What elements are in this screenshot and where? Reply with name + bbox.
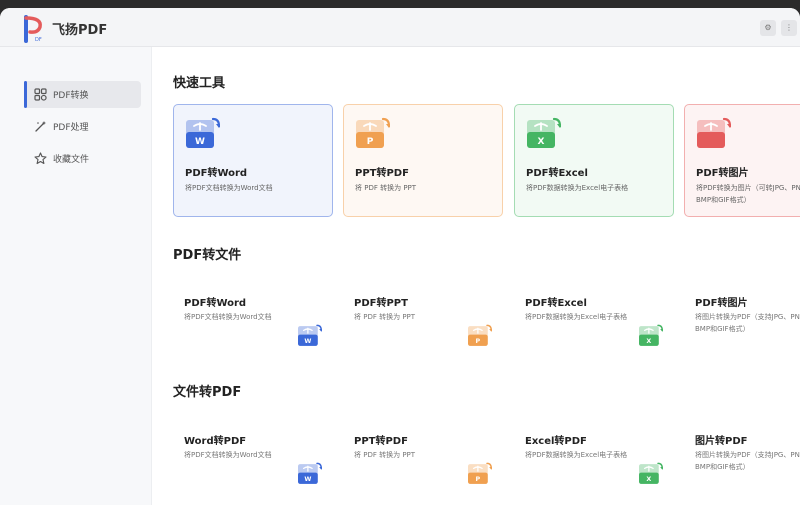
- document-convert-icon: X: [527, 117, 563, 149]
- sidebar-item-pdf-process[interactable]: PDF处理: [24, 113, 141, 140]
- tool-card[interactable]: PDF转图片将图片转换为PDF（支持JPG、PNG、TIFF、BMP和GIF格式…: [684, 294, 800, 364]
- tool-card[interactable]: PDF转Excel 将PDF数据转换为Excel电子表格 X: [514, 294, 669, 364]
- tool-card[interactable]: PDF转Word 将PDF文档转换为Word文档 W: [173, 294, 328, 364]
- main-content: 快速工具 W PDF转Word 将PDF文档转换为Word文档 P PPT转PDF 将 P…: [152, 47, 800, 505]
- app-title: 飞扬PDF: [52, 23, 108, 38]
- svg-text:P: P: [367, 137, 374, 147]
- card-title: Excel转PDF: [525, 436, 587, 447]
- sidebar: PDF转换 PDF处理 收藏文件: [0, 47, 152, 505]
- card-description: 将PDF数据转换为Excel电子表格: [526, 184, 629, 192]
- card-description: 将PDF数据转换为Excel电子表格: [525, 313, 628, 321]
- section-title-pdf-to-file: PDF转文件: [173, 248, 242, 263]
- sidebar-item-pdf-convert[interactable]: PDF转换: [24, 81, 141, 108]
- svg-text:X: X: [538, 137, 545, 147]
- quick-tool-card[interactable]: PDF转图片将PDF转换为图片（可转JPG、PNG、TIFF、BMP和GIF格式…: [684, 104, 800, 217]
- card-title: PDF转PPT: [354, 298, 408, 309]
- card-description: 将图片转换为PDF（支持JPG、PNG、TIFF、BMP和GIF格式）: [695, 451, 800, 471]
- card-title: PDF转Excel: [525, 298, 587, 309]
- document-convert-icon: P: [356, 117, 392, 149]
- document-convert-icon: W: [298, 462, 324, 486]
- svg-text:P: P: [476, 476, 481, 483]
- document-convert-icon: X: [639, 324, 665, 348]
- svg-text:X: X: [646, 338, 651, 345]
- svg-text:DF: DF: [35, 37, 42, 43]
- svg-text:W: W: [195, 137, 205, 147]
- card-title: Word转PDF: [184, 436, 247, 447]
- card-title: PDF转图片: [696, 168, 749, 179]
- quick-tool-card[interactable]: W PDF转Word 将PDF文档转换为Word文档: [173, 104, 333, 217]
- card-description: 将 PDF 转换为 PPT: [354, 451, 416, 459]
- app-logo-icon: DF: [24, 15, 42, 43]
- document-convert-icon: X: [639, 462, 665, 486]
- quick-tool-card[interactable]: X PDF转Excel 将PDF数据转换为Excel电子表格: [514, 104, 674, 217]
- card-description: 将 PDF 转换为 PPT: [355, 184, 417, 192]
- tool-card[interactable]: 图片转PDF 将图片转换为PDF（支持JPG、PNG、TIFF、BMP和GIF格式…: [684, 432, 800, 502]
- card-description: 将PDF转换为图片（可转JPG、PNG、TIFF、BMP和GIF格式）: [696, 184, 800, 204]
- sidebar-item-favorites[interactable]: 收藏文件: [24, 145, 141, 172]
- section-title-file-to-pdf: 文件转PDF: [173, 385, 242, 400]
- sidebar-item-label: PDF转换: [53, 91, 89, 101]
- card-description: 将图片转换为PDF（支持JPG、PNG、TIFF、BMP和GIF格式）: [695, 313, 800, 333]
- sidebar-item-label: 收藏文件: [53, 155, 90, 165]
- document-convert-icon: [697, 117, 733, 149]
- card-title: PPT转PDF: [355, 168, 409, 179]
- card-title: 图片转PDF: [695, 436, 748, 447]
- card-title: PDF转Word: [184, 298, 247, 309]
- document-convert-icon: P: [468, 462, 494, 486]
- svg-text:X: X: [646, 476, 651, 483]
- card-description: 将 PDF 转换为 PPT: [354, 313, 416, 321]
- document-convert-icon: W: [298, 324, 324, 348]
- tool-card[interactable]: PDF转PPT 将 PDF 转换为 PPT P: [343, 294, 498, 364]
- grid-icon: [34, 88, 47, 101]
- card-description: 将PDF文档转换为Word文档: [185, 184, 273, 192]
- app-window: DF 飞扬PDF ⚙ ⋮ PDF转换 PDF处理 收藏文件 快速工具 W PDF…: [0, 8, 800, 505]
- document-convert-icon: W: [186, 117, 222, 149]
- tool-card[interactable]: Excel转PDF 将PDF数据转换为Excel电子表格 X: [514, 432, 669, 502]
- card-description: 将PDF数据转换为Excel电子表格: [525, 451, 628, 459]
- settings-icon[interactable]: ⚙: [760, 20, 776, 36]
- star-icon: [34, 152, 47, 165]
- tool-card[interactable]: Word转PDF 将PDF文档转换为Word文档 W: [173, 432, 328, 502]
- svg-text:W: W: [304, 338, 311, 345]
- card-description: 将PDF文档转换为Word文档: [184, 451, 272, 459]
- card-description: 将PDF文档转换为Word文档: [184, 313, 272, 321]
- more-icon[interactable]: ⋮: [781, 20, 797, 36]
- document-convert-icon: P: [468, 324, 494, 348]
- quick-tool-card[interactable]: P PPT转PDF 将 PDF 转换为 PPT: [343, 104, 503, 217]
- section-title-quick: 快速工具: [173, 76, 226, 91]
- svg-text:P: P: [476, 338, 481, 345]
- card-title: PPT转PDF: [354, 436, 408, 447]
- magic-wand-icon: [35, 121, 46, 132]
- card-title: PDF转Word: [185, 168, 248, 179]
- card-title: PDF转图片: [695, 298, 748, 309]
- title-bar: DF 飞扬PDF ⚙ ⋮: [0, 8, 800, 47]
- tool-card[interactable]: PPT转PDF 将 PDF 转换为 PPT P: [343, 432, 498, 502]
- card-title: PDF转Excel: [526, 168, 588, 179]
- sidebar-item-label: PDF处理: [53, 123, 89, 133]
- svg-text:W: W: [304, 476, 311, 483]
